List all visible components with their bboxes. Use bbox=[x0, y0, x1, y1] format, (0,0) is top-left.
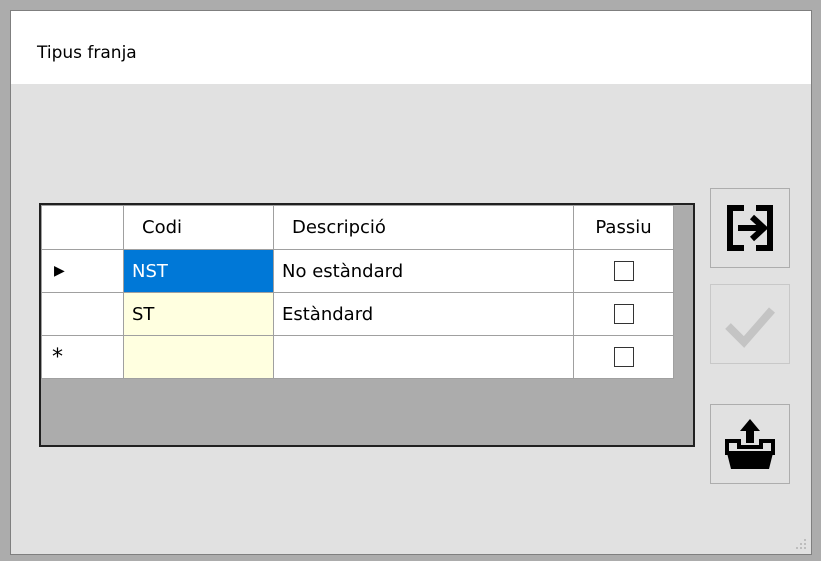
window-title: Tipus franja bbox=[37, 43, 137, 63]
description-cell[interactable] bbox=[273, 335, 574, 379]
data-grid[interactable]: Codi Descripció Passiu ▶ NST No estàndar… bbox=[39, 203, 695, 447]
passive-checkbox[interactable] bbox=[613, 304, 634, 324]
code-cell[interactable] bbox=[123, 335, 274, 379]
column-header-description[interactable]: Descripció bbox=[273, 205, 574, 250]
new-row-asterisk-icon: * bbox=[52, 344, 63, 370]
code-cell[interactable]: NST bbox=[123, 249, 274, 293]
exit-button[interactable] bbox=[710, 188, 790, 268]
row-selector[interactable]: ▶ bbox=[41, 249, 124, 293]
grid-table: Codi Descripció Passiu ▶ NST No estàndar… bbox=[41, 205, 674, 379]
passive-checkbox[interactable] bbox=[613, 261, 634, 281]
row-selector[interactable] bbox=[41, 292, 124, 336]
description-cell[interactable]: Estàndard bbox=[273, 292, 574, 336]
row-selector[interactable]: * bbox=[41, 335, 124, 379]
passive-checkbox[interactable] bbox=[613, 347, 634, 367]
column-header-code[interactable]: Codi bbox=[123, 205, 274, 250]
exit-arrow-icon bbox=[727, 205, 773, 251]
row-header-corner[interactable] bbox=[41, 205, 124, 250]
grid-header-row: Codi Descripció Passiu bbox=[41, 205, 674, 250]
description-cell[interactable]: No estàndard bbox=[273, 249, 574, 293]
title-bar: Tipus franja bbox=[11, 11, 811, 84]
current-row-indicator-icon: ▶ bbox=[54, 263, 65, 279]
checkmark-icon bbox=[725, 307, 776, 348]
passive-cell[interactable] bbox=[573, 249, 674, 293]
export-button[interactable] bbox=[710, 404, 790, 484]
resize-grip-icon[interactable] bbox=[795, 538, 807, 550]
accept-button[interactable] bbox=[710, 284, 790, 364]
folder-upload-icon bbox=[725, 419, 775, 469]
new-table-row[interactable]: * bbox=[41, 335, 674, 379]
table-row[interactable]: ▶ NST No estàndard bbox=[41, 249, 674, 293]
table-row[interactable]: ST Estàndard bbox=[41, 292, 674, 336]
passive-cell[interactable] bbox=[573, 335, 674, 379]
code-cell[interactable]: ST bbox=[123, 292, 274, 336]
column-header-passive[interactable]: Passiu bbox=[573, 205, 674, 250]
passive-cell[interactable] bbox=[573, 292, 674, 336]
tipus-franja-window: Tipus franja Codi Descripció Passiu ▶ NS… bbox=[10, 10, 812, 555]
